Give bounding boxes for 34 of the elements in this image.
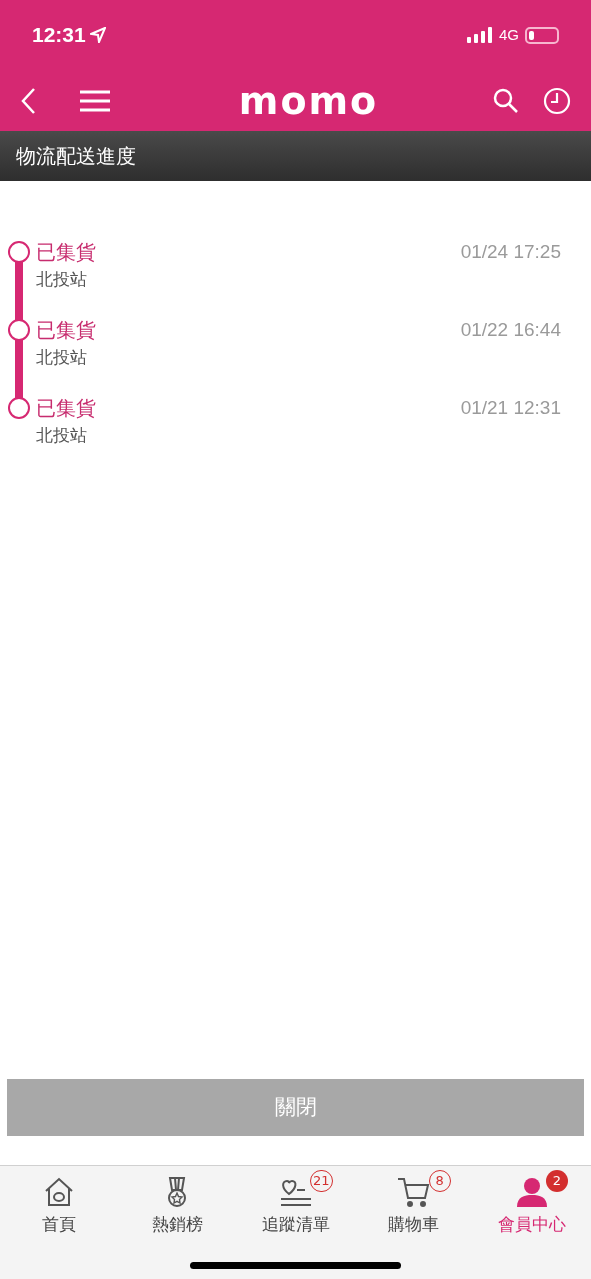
history-button[interactable] [543,86,571,115]
count-badge: 2 [545,1170,568,1192]
event-time: 01/22 16:44 [460,319,561,342]
event-time: 01/21 12:31 [460,397,561,420]
person-icon [515,1176,548,1208]
count-badge: 8 [428,1170,451,1192]
timeline-node [7,241,30,263]
signal-icon [467,27,493,43]
event-location: 北投站 [36,346,88,369]
tab-bar-item[interactable]: 熱銷榜 [118,1174,237,1238]
count-badge: 21 [309,1170,333,1192]
event-status: 已集貨 [36,319,97,341]
battery-icon [525,26,559,44]
location-arrow-icon [89,27,106,43]
network-type: 4G [499,24,519,45]
timeline-node [7,397,30,419]
search-icon [493,87,519,114]
cart-icon [396,1176,431,1208]
back-icon [20,86,36,115]
menu-icon [80,89,110,112]
page-title: 物流配送進度 [16,143,136,170]
clock-icon [543,86,571,115]
menu-button[interactable] [80,89,110,112]
heart-list-icon [278,1178,313,1208]
event-location: 北投站 [36,424,88,447]
clock-time: 12:31 [32,22,86,49]
logo[interactable]: momo [238,81,379,120]
search-button[interactable] [493,87,519,114]
timeline-node [7,319,30,341]
event-status: 已集貨 [36,241,97,263]
event-time: 01/24 17:25 [460,241,561,264]
event-location: 北投站 [36,268,88,291]
event-status: 已集貨 [36,397,97,419]
tab-bar-item[interactable]: 首頁 [0,1174,119,1238]
